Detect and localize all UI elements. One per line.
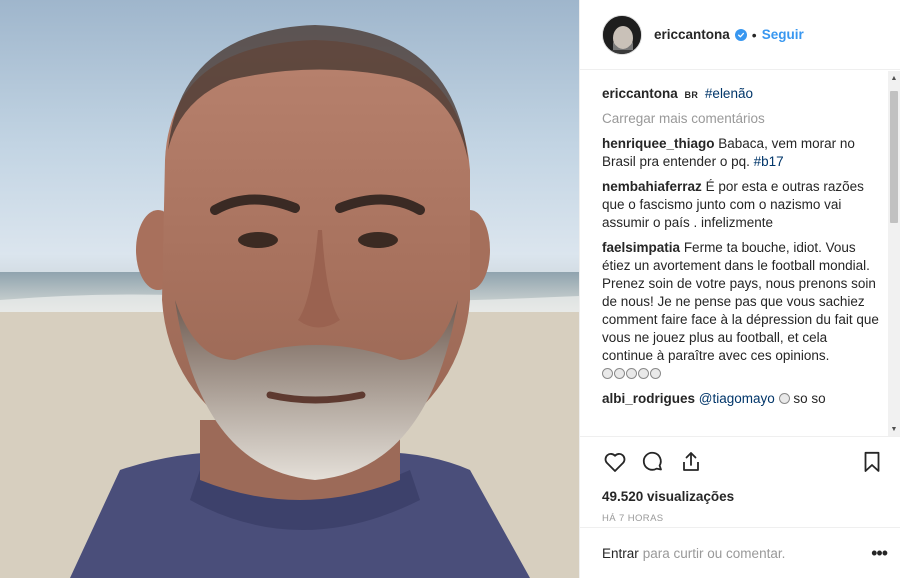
more-options-icon[interactable]: ••• <box>871 544 888 562</box>
header-username[interactable]: ericcantona <box>654 27 730 42</box>
comment-username[interactable]: henriquee_thiago <box>602 136 715 151</box>
caption-username[interactable]: ericcantona <box>602 86 678 101</box>
caption: ericcantona BR #elenão <box>602 85 881 104</box>
comment: henriquee_thiago Babaca, vem morar no Br… <box>602 135 881 171</box>
comments-scrollbar[interactable]: ▲ ▼ <box>888 71 900 436</box>
save-button[interactable] <box>859 449 885 475</box>
comment-username[interactable]: albi_rodrigues <box>602 391 695 406</box>
comment: faelsimpatia Ferme ta bouche, idiot. Vou… <box>602 239 881 383</box>
heart-icon <box>604 453 626 472</box>
grin-face-emoji <box>614 368 625 379</box>
avatar[interactable] <box>602 14 642 55</box>
post-header: ericcantona • Seguir <box>580 0 900 70</box>
grin-face-emoji <box>602 368 613 379</box>
scroll-down-arrow-icon[interactable]: ▼ <box>888 422 900 436</box>
action-icons-row <box>602 447 885 477</box>
post-actions: 49.520 visualizações HÁ 7 HORAS <box>580 436 900 524</box>
grin-face-emoji <box>650 368 661 379</box>
comment-username[interactable]: faelsimpatia <box>602 240 680 255</box>
comment-button[interactable] <box>640 449 666 475</box>
comment-username[interactable]: nembahiaferraz <box>602 179 702 194</box>
grin-face-emoji <box>638 368 649 379</box>
load-more-comments-button[interactable]: Carregar mais comentários <box>602 110 881 128</box>
comment-hashtag[interactable]: #b17 <box>754 154 784 169</box>
add-comment-bar: Entrar para curtir ou comentar. ••• <box>580 527 900 578</box>
comment: nembahiaferraz É por esta e outras razõe… <box>602 178 881 232</box>
post-image[interactable] <box>0 0 579 578</box>
comment: albi_rodrigues @tiagomayo so so <box>602 390 881 408</box>
scrollbar-thumb[interactable] <box>890 91 898 223</box>
emoji-row <box>602 367 661 379</box>
region-tag: BR <box>684 90 699 100</box>
post-photo-illustration <box>0 25 579 578</box>
bookmark-icon <box>864 451 880 472</box>
separator-dot: • <box>751 26 757 43</box>
share-button[interactable] <box>678 449 704 475</box>
grin-face-emoji <box>626 368 637 379</box>
comment-icon <box>642 451 662 471</box>
comment-mention[interactable]: @tiagomayo <box>699 391 775 406</box>
grin-face-emoji <box>778 393 790 404</box>
share-icon <box>683 452 699 471</box>
follow-button[interactable]: Seguir <box>762 27 804 42</box>
scroll-up-arrow-icon[interactable]: ▲ <box>888 71 900 85</box>
comments-list: ericcantona BR #elenão Carregar mais com… <box>580 71 900 436</box>
like-button[interactable] <box>602 449 628 475</box>
verified-icon <box>734 28 747 41</box>
comment-text-continued: Prenez soin de votre pays, nous prenons … <box>602 276 879 363</box>
comment-text: so so <box>793 391 826 406</box>
views-count: 49.520 visualizações <box>602 489 735 504</box>
login-link[interactable]: Entrar <box>602 546 639 561</box>
post-timestamp[interactable]: HÁ 7 HORAS <box>602 513 885 524</box>
post-side-panel: ericcantona • Seguir ericcantona BR #ele… <box>579 0 900 578</box>
caption-hashtag[interactable]: #elenão <box>705 86 753 101</box>
login-prompt-text: para curtir ou comentar. <box>642 545 786 561</box>
